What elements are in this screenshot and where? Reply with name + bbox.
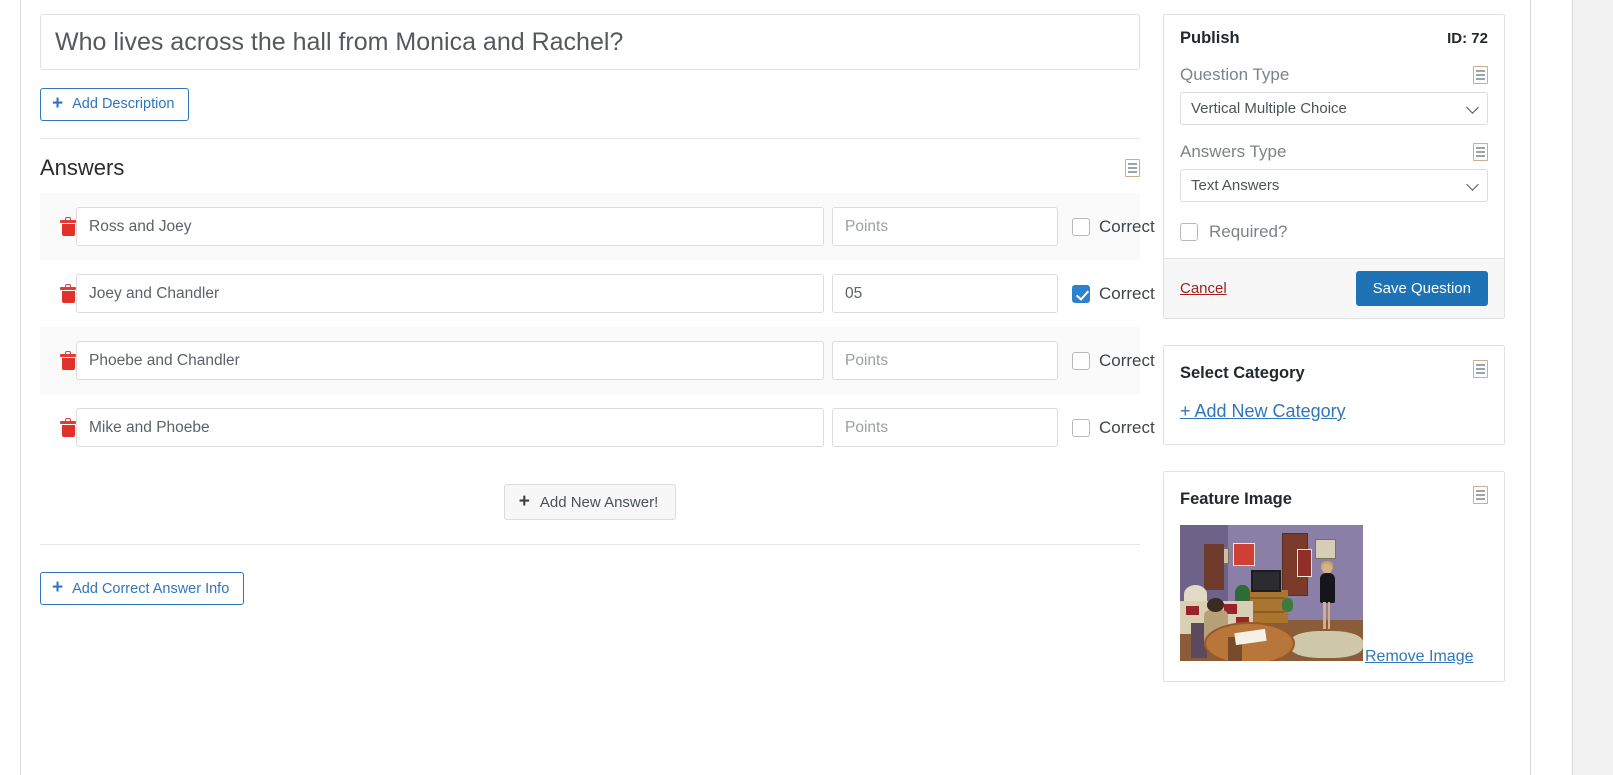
delete-answer-button[interactable] <box>60 418 76 437</box>
trash-icon <box>60 418 76 437</box>
answer-correct-label: Correct <box>1099 283 1155 303</box>
plus-icon: + <box>52 93 64 114</box>
answer-correct-label: Correct <box>1099 417 1155 437</box>
answer-points-input[interactable] <box>832 341 1058 380</box>
add-description-label: Add Description <box>72 96 175 113</box>
question-type-select[interactable]: Vertical Multiple Choice <box>1180 92 1488 125</box>
add-new-category-link[interactable]: + Add New Category <box>1180 401 1346 422</box>
answer-correct-toggle[interactable]: Correct <box>1072 351 1155 371</box>
document-help-icon-feature-image[interactable] <box>1473 486 1488 504</box>
delete-answer-button[interactable] <box>60 284 76 303</box>
add-correct-answer-info-label: Add Correct Answer Info <box>72 580 230 597</box>
feature-image-header: Feature Image <box>1180 486 1488 509</box>
add-description-button[interactable]: + Add Description <box>40 88 190 121</box>
answers-header: Answers <box>40 155 1140 181</box>
main-content-column: + Add Description Answers CorrectCorrect… <box>40 14 1155 605</box>
answers-heading: Answers <box>40 155 125 180</box>
answer-row: Correct <box>40 193 1155 260</box>
document-help-icon-category[interactable] <box>1473 360 1488 378</box>
required-checkbox[interactable] <box>1180 223 1198 241</box>
answer-correct-toggle[interactable]: Correct <box>1072 284 1155 304</box>
remove-image-link[interactable]: Remove Image <box>1365 648 1474 666</box>
section-divider-top <box>40 138 1140 139</box>
feature-image-panel: Feature Image Remove Image <box>1163 471 1505 682</box>
delete-answer-button[interactable] <box>60 217 76 236</box>
add-answer-row: + Add New Answer! <box>40 484 1140 520</box>
answer-text-input[interactable] <box>76 408 824 447</box>
answer-row: Correct <box>40 260 1155 327</box>
right-gutter <box>1573 0 1613 775</box>
add-new-answer-label: Add New Answer! <box>539 493 659 511</box>
answer-correct-toggle[interactable]: Correct <box>1072 418 1155 438</box>
answers-type-select[interactable]: Text Answers <box>1180 169 1488 202</box>
answer-correct-checkbox[interactable] <box>1072 284 1090 303</box>
select-category-header: Select Category <box>1180 360 1488 383</box>
answer-row: Correct <box>40 394 1155 461</box>
select-category-title: Select Category <box>1180 364 1305 382</box>
save-question-button[interactable]: Save Question <box>1355 271 1488 306</box>
question-id-label: ID: 72 <box>1447 30 1488 47</box>
answer-points-input[interactable] <box>832 207 1058 246</box>
answer-correct-checkbox[interactable] <box>1072 418 1090 437</box>
answer-correct-label: Correct <box>1099 216 1155 236</box>
answer-correct-toggle[interactable]: Correct <box>1072 217 1155 237</box>
question-editor-page: + Add Description Answers CorrectCorrect… <box>0 0 1613 775</box>
answers-type-label-row: Answers Type <box>1180 142 1488 162</box>
feature-image-thumbnail[interactable] <box>1180 525 1363 661</box>
add-new-answer-button[interactable]: + Add New Answer! <box>503 484 677 520</box>
required-label: Required? <box>1209 222 1288 241</box>
publish-panel: Publish ID: 72 Question Type Vertical Mu… <box>1163 14 1505 319</box>
select-category-panel: Select Category + Add New Category <box>1163 345 1505 445</box>
answers-type-label: Answers Type <box>1180 142 1287 161</box>
answer-correct-checkbox[interactable] <box>1072 217 1090 236</box>
question-type-label: Question Type <box>1180 65 1290 84</box>
answer-rows-list: Correct Correct Correct Correct <box>40 193 1155 461</box>
document-help-icon-answers[interactable] <box>1125 159 1140 177</box>
right-frame-divider-1 <box>1530 0 1531 775</box>
sidebar: Publish ID: 72 Question Type Vertical Mu… <box>1163 14 1505 682</box>
cancel-link[interactable]: Cancel <box>1180 280 1227 297</box>
question-type-label-row: Question Type <box>1180 65 1488 85</box>
trash-icon <box>60 284 76 303</box>
answer-points-input[interactable] <box>832 274 1058 313</box>
plus-icon: + <box>52 577 64 598</box>
required-checkbox-row[interactable]: Required? <box>1180 222 1488 242</box>
answer-text-input[interactable] <box>76 274 824 313</box>
delete-answer-button[interactable] <box>60 351 76 370</box>
document-help-icon-question-type[interactable] <box>1473 66 1488 84</box>
trash-icon <box>60 351 76 370</box>
question-type-select-wrap: Vertical Multiple Choice <box>1180 92 1488 125</box>
publish-panel-footer: Cancel Save Question <box>1164 258 1504 318</box>
answer-correct-checkbox[interactable] <box>1072 351 1090 370</box>
publish-panel-title: Publish <box>1180 29 1240 47</box>
publish-panel-header: Publish ID: 72 <box>1180 29 1488 48</box>
answer-correct-label: Correct <box>1099 350 1155 370</box>
question-title-input[interactable] <box>40 14 1140 70</box>
answer-points-input[interactable] <box>832 408 1058 447</box>
answers-type-select-wrap: Text Answers <box>1180 169 1488 202</box>
document-help-icon-answers-type[interactable] <box>1473 143 1488 161</box>
trash-icon <box>60 217 76 236</box>
feature-image-thumbnail-wrap: Remove Image <box>1180 525 1488 665</box>
answer-row: Correct <box>40 327 1155 394</box>
add-correct-answer-info-button[interactable]: + Add Correct Answer Info <box>40 572 245 605</box>
plus-icon: + <box>518 490 530 512</box>
feature-image-title: Feature Image <box>1180 490 1292 508</box>
answer-text-input[interactable] <box>76 341 824 380</box>
answer-text-input[interactable] <box>76 207 824 246</box>
left-frame-divider <box>20 0 21 775</box>
